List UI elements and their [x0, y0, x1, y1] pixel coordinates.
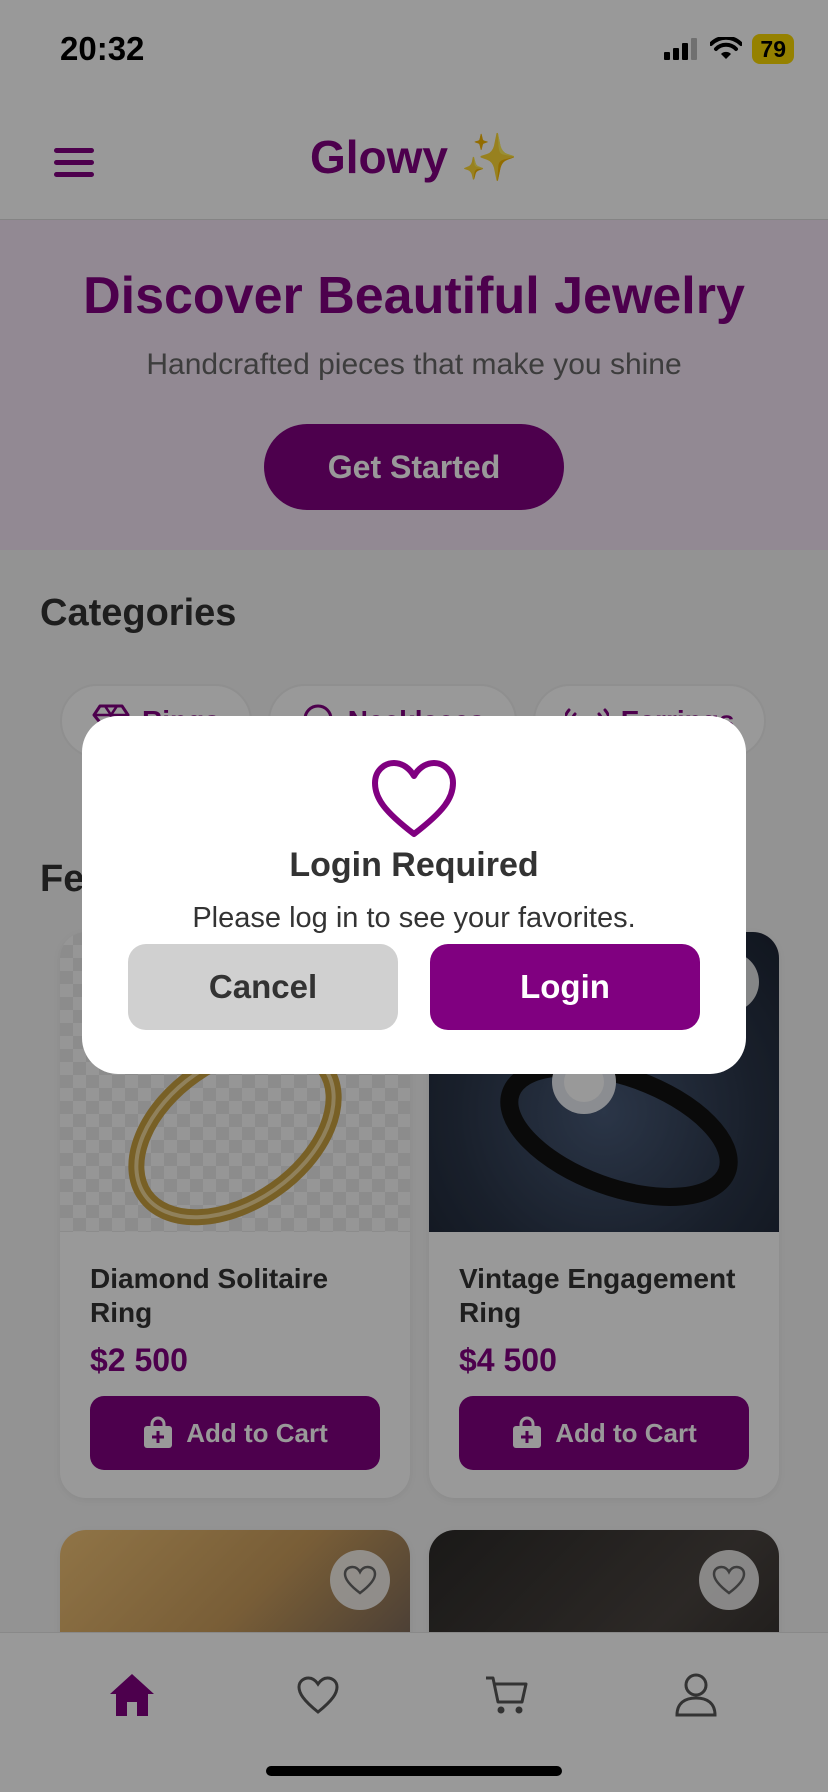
login-button[interactable]: Login — [430, 944, 700, 1030]
home-indicator — [266, 1766, 562, 1776]
cancel-button[interactable]: Cancel — [128, 944, 398, 1030]
login-required-dialog: Login Required Please log in to see your… — [82, 716, 746, 1074]
dialog-message: Please log in to see your favorites. — [192, 902, 636, 934]
heart-icon — [372, 760, 456, 837]
dialog-title: Login Required — [289, 846, 539, 884]
